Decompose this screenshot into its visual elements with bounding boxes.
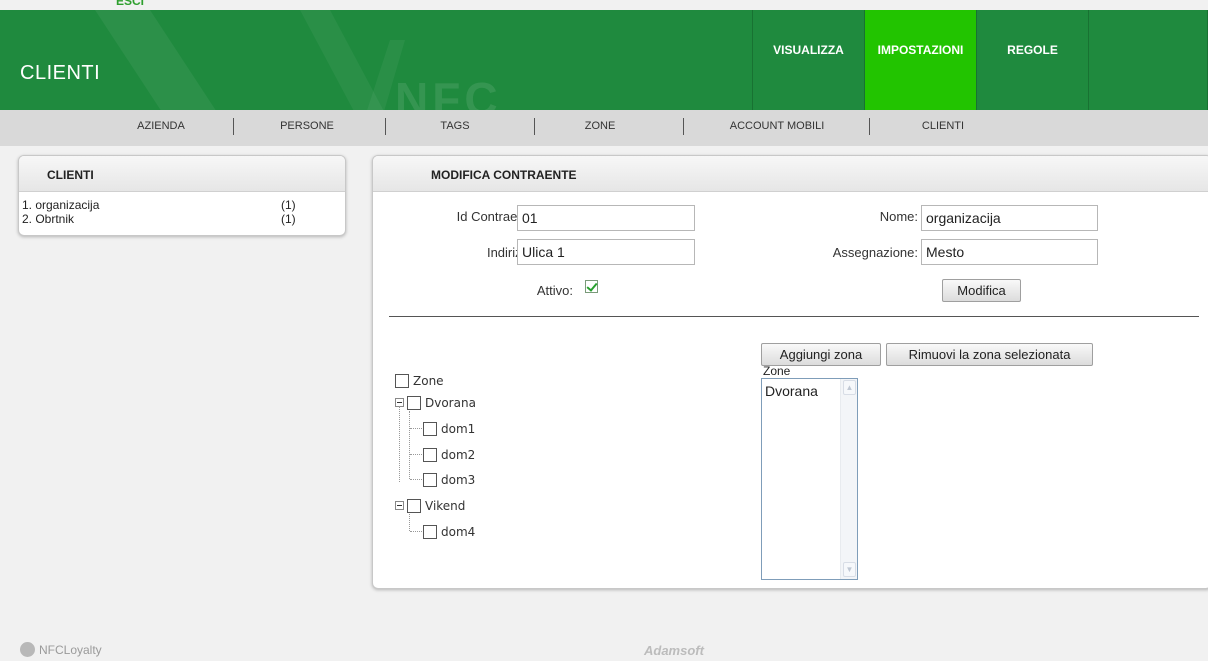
zone-tree: Zone Dvorana dom1 dom2 dom3 Vikend dom4 (395, 366, 615, 566)
subnav-tags[interactable]: TAGS (435, 120, 475, 132)
client-count: (1) (281, 212, 296, 226)
tree-label: Zone (413, 373, 444, 388)
footer-brand: NFCLoyalty (20, 642, 102, 657)
client-count: (1) (281, 198, 296, 212)
tree-node-root[interactable]: Zone (395, 372, 444, 389)
attivo-label: Attivo: (536, 283, 573, 298)
section-divider (389, 316, 1199, 317)
subnav-azienda[interactable]: AZIENDA (131, 120, 191, 132)
assegnazione-field[interactable] (921, 239, 1098, 265)
tree-node-dom3[interactable]: dom3 (423, 471, 475, 488)
assegnazione-label: Assegnazione: (832, 245, 918, 260)
tree-label: dom2 (441, 447, 476, 462)
app-title: CLIENTI (20, 62, 101, 84)
collapse-icon[interactable] (395, 501, 404, 510)
tree-connector (409, 514, 410, 531)
subnav-separator (385, 118, 386, 135)
edit-panel-title: MODIFICA CONTRAENTE (373, 156, 1208, 192)
page: CLIENTI NFC VISUALIZZA IMPOSTAZIONI REGO… (0, 0, 1208, 661)
tree-label: Dvorana (425, 395, 476, 410)
logout-link[interactable]: ESCI (116, 0, 144, 8)
tree-node-dom1[interactable]: dom1 (423, 420, 475, 437)
tree-checkbox[interactable] (407, 395, 421, 410)
add-zone-button[interactable]: Aggiungi zona (761, 343, 881, 366)
zone-listbox[interactable]: Dvorana ▲ ▼ (761, 378, 858, 580)
indirizzo-field[interactable] (517, 239, 695, 265)
tree-checkbox[interactable] (423, 421, 437, 436)
attivo-checkbox[interactable] (585, 280, 598, 293)
client-name[interactable]: 2. Obrtnik (22, 212, 74, 226)
modifica-button[interactable]: Modifica (942, 279, 1021, 302)
footer-brand-text: NFCLoyalty (39, 642, 102, 657)
nfc-logo-icon (20, 642, 35, 657)
subnav-separator (233, 118, 234, 135)
subnav-separator (534, 118, 535, 135)
subnav-separator (683, 118, 684, 135)
tree-connector (410, 428, 422, 429)
tree-node-dom2[interactable]: dom2 (423, 446, 475, 463)
tree-label: Vikend (425, 498, 466, 513)
subnav-persone[interactable]: PERSONE (277, 120, 337, 132)
tree-connector (410, 479, 422, 480)
tree-checkbox[interactable] (423, 472, 437, 487)
scroll-down-icon[interactable]: ▼ (843, 562, 856, 577)
clients-panel-title: CLIENTI (19, 156, 345, 192)
zone-list-scrollbar[interactable]: ▲ ▼ (840, 379, 857, 579)
nome-label: Nome: (879, 209, 918, 224)
tree-node-dvorana[interactable]: Dvorana (395, 394, 476, 411)
tree-connector (410, 531, 422, 532)
zone-list-option[interactable]: Dvorana (765, 383, 818, 399)
tree-label: dom1 (441, 421, 476, 436)
zone-list-label: Zone (763, 364, 791, 378)
tree-label: dom3 (441, 472, 476, 487)
tree-connector (399, 406, 400, 482)
tree-checkbox[interactable] (395, 373, 409, 388)
remove-zone-button[interactable]: Rimuovi la zona selezionata (886, 343, 1093, 366)
subnav-zone[interactable]: ZONE (580, 120, 620, 132)
id-contraente-field[interactable] (517, 205, 695, 231)
clients-panel: CLIENTI 1. organizacija (1) 2. Obrtnik (… (18, 155, 346, 236)
tree-node-dom4[interactable]: dom4 (423, 523, 475, 540)
tree-connector (409, 411, 410, 479)
clients-list: 1. organizacija (1) 2. Obrtnik (1) (19, 192, 345, 226)
subnav-separator (869, 118, 870, 135)
client-item[interactable]: 1. organizacija (1) (22, 198, 345, 212)
footer-credit: Adamsoft (644, 643, 704, 658)
subnav-clienti[interactable]: CLIENTI (918, 120, 968, 132)
tree-checkbox[interactable] (423, 447, 437, 462)
tree-connector (410, 454, 422, 455)
scroll-up-icon[interactable]: ▲ (843, 380, 856, 395)
sub-navigation: AZIENDA PERSONE TAGS ZONE ACCOUNT MOBILI… (0, 110, 1208, 146)
nome-field[interactable] (921, 205, 1098, 231)
subnav-account-mobili[interactable]: ACCOUNT MOBILI (722, 120, 832, 132)
tree-node-vikend[interactable]: Vikend (395, 497, 465, 514)
edit-contractor-panel: MODIFICA CONTRAENTE Id Contraente: Indir… (372, 155, 1208, 589)
tree-checkbox[interactable] (423, 524, 437, 539)
tree-checkbox[interactable] (407, 498, 421, 513)
client-name[interactable]: 1. organizacija (22, 198, 99, 212)
tree-label: dom4 (441, 524, 476, 539)
client-item[interactable]: 2. Obrtnik (1) (22, 212, 345, 226)
